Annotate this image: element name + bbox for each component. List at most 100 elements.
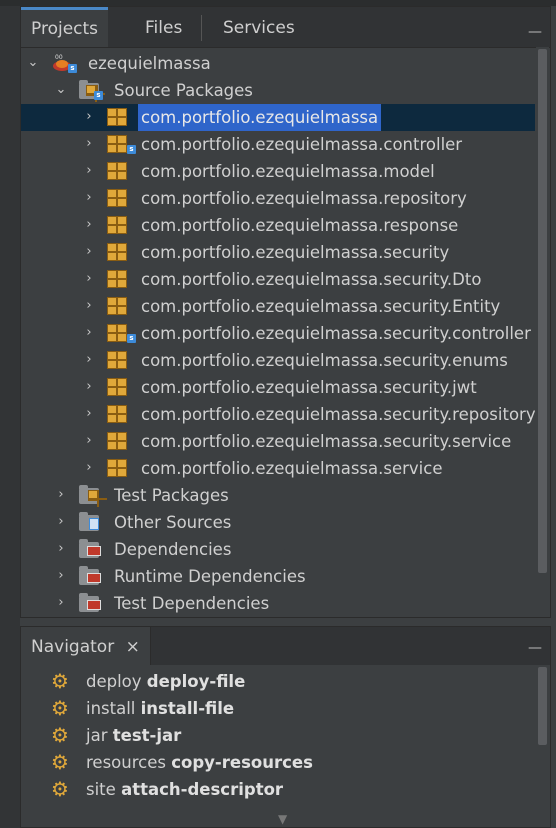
tree-node-package[interactable]: › com.portfolio.ezequielmassa.service — [21, 455, 535, 482]
tree-node-label: Test Dependencies — [114, 594, 270, 613]
runtime-dependencies-icon — [79, 566, 101, 586]
chevron-right-icon[interactable]: › — [83, 379, 95, 395]
tree-node-other-sources[interactable]: › Other Sources — [21, 509, 535, 536]
tree-node-package[interactable]: › com.portfolio.ezequielmassa.response — [21, 212, 535, 239]
tree-node-label: Other Sources — [114, 513, 232, 532]
chevron-right-icon[interactable]: › — [83, 433, 95, 449]
goal-name: deploy-file — [146, 672, 246, 691]
projects-tabbar: Projects Files Services — — [21, 7, 550, 48]
package-label: com.portfolio.ezequielmassa.security.con… — [141, 324, 531, 343]
navigator-tabbar: Navigator × — — [21, 627, 550, 665]
package-icon — [107, 404, 129, 424]
tree-node-runtime-dependencies[interactable]: › Runtime Dependencies — [21, 563, 535, 590]
chevron-right-icon[interactable]: › — [83, 190, 95, 206]
package-icon — [107, 242, 129, 262]
chevron-right-icon[interactable]: › — [83, 217, 95, 233]
badge-icon: s — [127, 334, 136, 343]
package-label: com.portfolio.ezequielmassa.security.jwt — [141, 378, 477, 397]
tree-node-package[interactable]: › com.portfolio.ezequielmassa.security.se… — [21, 428, 535, 455]
goal-name: test-jar — [112, 726, 182, 745]
minimize-icon[interactable]: — — [528, 25, 542, 39]
chevron-right-icon[interactable]: › — [83, 325, 95, 341]
chevron-right-icon[interactable]: › — [55, 487, 67, 503]
badge-icon: s — [94, 91, 103, 100]
tab-services[interactable]: Services — [213, 7, 305, 47]
chevron-right-icon[interactable]: › — [83, 136, 95, 152]
package-icon: s — [107, 323, 136, 343]
left-gutter — [0, 0, 20, 828]
goal-phase: site — [86, 780, 116, 799]
tree-node-label: Dependencies — [114, 540, 232, 559]
chevron-right-icon[interactable]: › — [55, 568, 67, 584]
tree-node-project[interactable]: ⌄ 00 s ezequielmassa — [21, 50, 535, 77]
goal-phase: deploy — [86, 672, 142, 691]
navigator-tab-label: Navigator — [31, 637, 115, 657]
chevron-right-icon[interactable]: › — [55, 514, 67, 530]
package-icon — [107, 350, 129, 370]
tree-node-package[interactable]: › s com.portfolio.ezequielmassa.controller — [21, 131, 535, 158]
package-icon — [107, 269, 129, 289]
test-packages-icon — [79, 485, 107, 507]
gear-icon: ⚙ — [51, 696, 69, 720]
gear-icon: ⚙ — [51, 777, 69, 801]
tree-node-package[interactable]: › com.portfolio.ezequielmassa — [21, 104, 535, 131]
badge-icon: s — [127, 145, 136, 154]
tab-separator — [201, 15, 202, 41]
tree-node-package[interactable]: › com.portfolio.ezequielmassa.security.en… — [21, 347, 535, 374]
tree-node-package[interactable]: › com.portfolio.ezequielmassa.security — [21, 239, 535, 266]
tab-files[interactable]: Files — [135, 7, 192, 47]
package-label: com.portfolio.ezequielmassa.service — [141, 459, 443, 478]
chevron-right-icon[interactable]: › — [83, 271, 95, 287]
chevron-down-icon[interactable]: ⌄ — [55, 82, 67, 98]
chevron-right-icon[interactable]: › — [83, 163, 95, 179]
chevron-right-icon[interactable]: › — [83, 298, 95, 314]
scrollbar-thumb[interactable] — [538, 667, 547, 745]
test-dependencies-icon — [79, 593, 101, 613]
chevron-right-icon[interactable]: › — [83, 109, 95, 125]
tab-projects[interactable]: Projects — [21, 7, 109, 47]
chevron-right-icon[interactable]: › — [83, 460, 95, 476]
tree-node-label: Runtime Dependencies — [114, 567, 306, 586]
chevron-down-icon[interactable]: ⌄ — [27, 55, 39, 71]
tree-node-package[interactable]: › com.portfolio.ezequielmassa.repository — [21, 185, 535, 212]
tree-node-package[interactable]: › com.portfolio.ezequielmassa.security.En… — [21, 293, 535, 320]
close-icon[interactable]: × — [126, 637, 140, 657]
package-icon — [107, 107, 129, 127]
minimize-icon[interactable]: — — [528, 641, 542, 655]
tree-node-package[interactable]: › com.portfolio.ezequielmassa.model — [21, 158, 535, 185]
goal-name: attach-descriptor — [121, 780, 284, 799]
navigator-scrollbar[interactable] — [536, 665, 549, 827]
chevron-right-icon[interactable]: › — [83, 406, 95, 422]
tree-node-test-packages[interactable]: › Test Packages — [21, 482, 535, 509]
tree-node-package[interactable]: › com.portfolio.ezequielmassa.security.jw… — [21, 374, 535, 401]
package-icon — [107, 377, 129, 397]
other-sources-icon — [79, 512, 101, 532]
package-icon: s — [107, 134, 136, 154]
package-label: com.portfolio.ezequielmassa.response — [141, 216, 459, 235]
package-icon — [107, 188, 129, 208]
package-label: com.portfolio.ezequielmassa.security — [141, 243, 450, 262]
projects-scrollbar[interactable] — [536, 47, 549, 617]
chevron-right-icon[interactable]: › — [55, 595, 67, 611]
chevron-right-icon[interactable]: › — [83, 352, 95, 368]
source-packages-label: Source Packages — [114, 81, 253, 100]
chevron-right-icon[interactable]: › — [83, 244, 95, 260]
tree-node-dependencies[interactable]: › Dependencies — [21, 536, 535, 563]
tree-node-package[interactable]: › s com.portfolio.ezequielmassa.security.c… — [21, 320, 535, 347]
gear-icon: ⚙ — [51, 723, 69, 747]
tree-node-source-packages[interactable]: ⌄ s Source Packages — [21, 77, 535, 104]
chevron-right-icon[interactable]: › — [55, 541, 67, 557]
scrollbar-thumb[interactable] — [538, 49, 547, 573]
tree-node-label: Test Packages — [114, 486, 229, 505]
tab-navigator[interactable]: Navigator × — [21, 627, 151, 665]
package-icon — [107, 431, 129, 451]
package-label: com.portfolio.ezequielmassa — [138, 104, 382, 131]
project-tree: ⌄ 00 s ezequielmassa ⌄ s Source Packages… — [21, 47, 535, 617]
package-icon — [107, 296, 129, 316]
package-label: com.portfolio.ezequielmassa.security.Ent… — [141, 297, 501, 316]
tree-node-package[interactable]: › com.portfolio.ezequielmassa.security.re… — [21, 401, 535, 428]
tree-node-package[interactable]: › com.portfolio.ezequielmassa.security.Dt… — [21, 266, 535, 293]
scroll-down-icon[interactable]: ▼ — [278, 812, 287, 826]
tree-node-test-dependencies[interactable]: › Test Dependencies — [21, 590, 535, 617]
projects-panel: Projects Files Services — ⌄ 00 s ezequie… — [20, 6, 551, 618]
